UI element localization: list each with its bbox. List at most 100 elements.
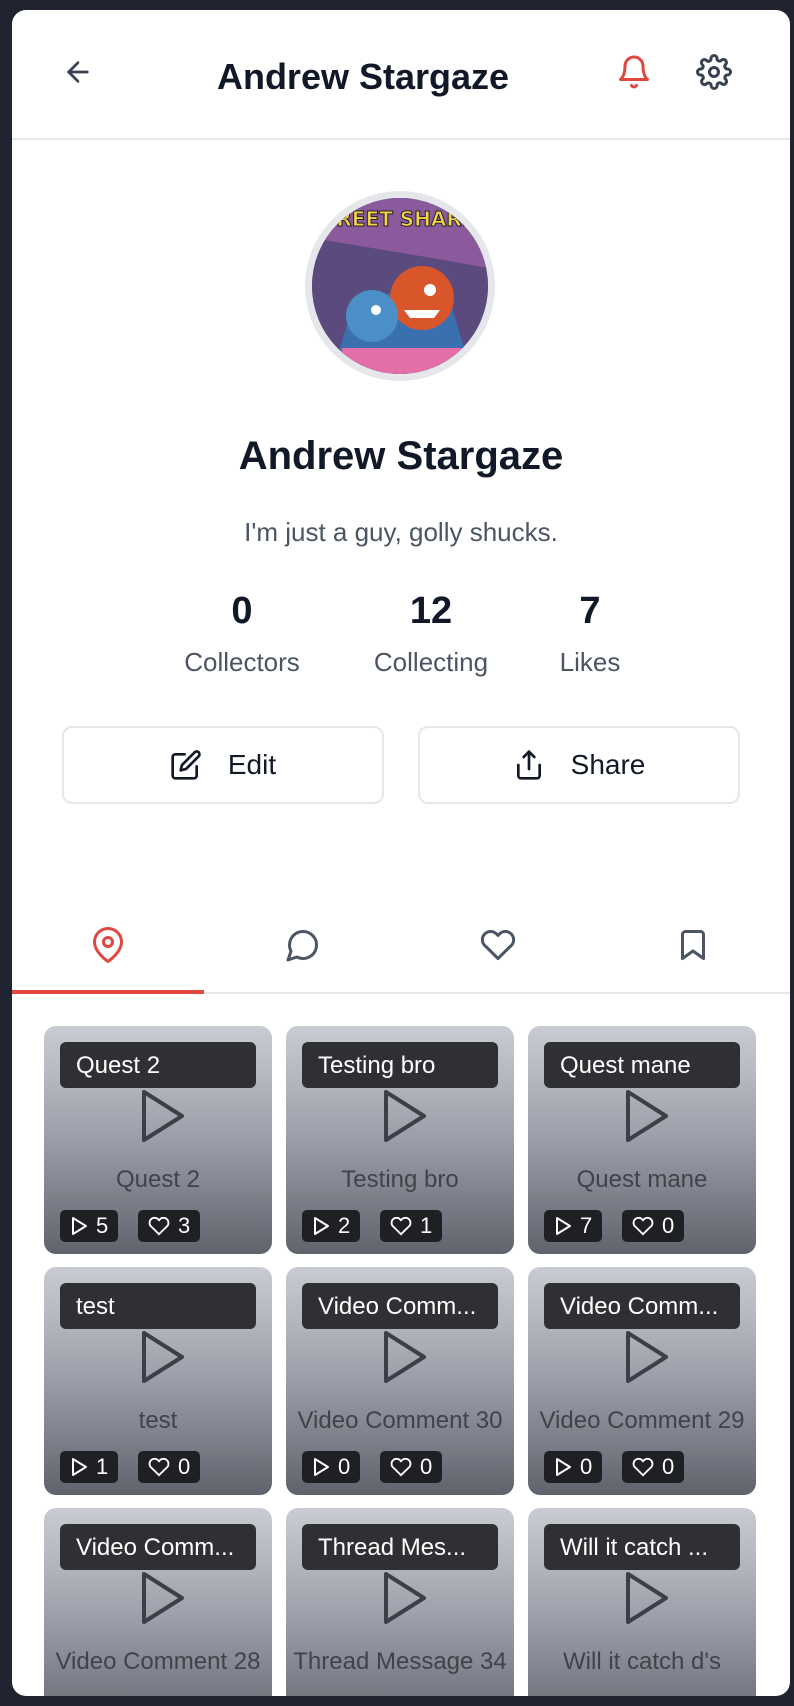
stat-label: Collecting (373, 647, 489, 677)
like-count: 0 (420, 1454, 433, 1479)
play-count-icon (556, 1458, 571, 1476)
play-count-badge: 5 (60, 1210, 119, 1242)
share-label: Share (570, 749, 646, 780)
edit-icon (171, 750, 201, 780)
avatar-artwork: STREET SHARKS (312, 198, 488, 374)
play-icon[interactable] (138, 1570, 186, 1626)
video-card[interactable]: Will it catch ... Will it catch d's (528, 1508, 756, 1696)
video-card[interactable]: Quest mane Quest mane 7 0 (528, 1026, 756, 1254)
settings-button[interactable] (692, 50, 736, 94)
map-pin-icon (93, 927, 123, 963)
profile-tabs (12, 898, 790, 994)
like-count-icon (390, 1216, 412, 1236)
like-count-badge: 3 (138, 1210, 201, 1242)
tab-bookmarks[interactable] (597, 898, 789, 992)
like-count-icon (148, 1457, 170, 1477)
chat-bubble-icon (286, 929, 319, 962)
profile-name: Andrew Stargaze (238, 434, 564, 478)
play-icon[interactable] (138, 1088, 186, 1144)
like-count: 0 (178, 1454, 191, 1479)
play-count: 2 (338, 1213, 351, 1238)
heart-icon (480, 929, 516, 960)
video-card[interactable]: Quest 2 Quest 253 (44, 1026, 272, 1254)
card-title: Quest mane (544, 1042, 740, 1088)
card-caption: Video Comment 28 (55, 1648, 261, 1675)
play-count-icon (72, 1217, 87, 1235)
stat-likes[interactable]: 7 Likes (520, 590, 660, 678)
tab-likes[interactable] (402, 898, 594, 992)
gear-icon (696, 54, 732, 90)
play-count: 0 (338, 1454, 351, 1479)
card-caption: Video Comment 30 (297, 1407, 503, 1434)
edit-button[interactable]: Edit (62, 726, 384, 804)
video-card[interactable]: Video Comm... Video Comment 30 0 0 (286, 1267, 514, 1495)
like-count: 1 (420, 1213, 433, 1238)
like-count-badge: 0 (380, 1451, 443, 1483)
stat-value: 12 (409, 590, 453, 632)
card-caption: Video Comment 29 (539, 1407, 745, 1434)
avatar-art-text: STREET SHARKS (312, 207, 488, 231)
play-count-icon (314, 1217, 329, 1235)
like-count-icon (390, 1457, 412, 1477)
stat-collecting[interactable]: 12 Collecting (341, 590, 521, 678)
video-card[interactable]: Thread Mes... Thread Message 34 (286, 1508, 514, 1696)
play-count-badge: 7 (544, 1210, 603, 1242)
play-count: 5 (96, 1213, 109, 1238)
play-icon[interactable] (380, 1329, 428, 1385)
play-count-badge: 2 (302, 1210, 361, 1242)
play-icon[interactable] (138, 1329, 186, 1385)
edit-label: Edit (227, 749, 277, 780)
play-icon[interactable] (380, 1088, 428, 1144)
avatar[interactable]: STREET SHARKS (312, 198, 488, 374)
card-title: Video Comm... (544, 1283, 740, 1329)
card-title: test (60, 1283, 256, 1329)
card-caption: Will it catch d's (563, 1648, 721, 1675)
stat-value: 0 (231, 590, 253, 632)
play-count-badge: 0 (544, 1451, 603, 1483)
card-caption: Quest 2 (115, 1166, 201, 1193)
stat-value: 7 (579, 590, 601, 632)
stat-label: Collectors (184, 647, 300, 677)
play-count-badge: 1 (60, 1451, 119, 1483)
header-title: Andrew Stargaze (216, 56, 510, 97)
card-title: Quest 2 (60, 1042, 256, 1088)
play-icon[interactable] (380, 1570, 428, 1626)
video-card[interactable]: Video Comm... Video Comment 28 (44, 1508, 272, 1696)
card-title: Video Comm... (302, 1283, 498, 1329)
play-count-icon (314, 1458, 329, 1476)
profile-bio: I'm just a guy, golly shucks. (244, 517, 558, 547)
video-card[interactable]: Video Comm... Video Comment 29 0 0 (528, 1267, 756, 1495)
like-count-icon (148, 1216, 170, 1236)
like-count: 0 (662, 1454, 675, 1479)
play-icon[interactable] (622, 1329, 670, 1385)
play-count: 7 (580, 1213, 593, 1238)
play-count-icon (556, 1217, 571, 1235)
video-card[interactable]: Testing bro Testing bro 2 1 (286, 1026, 514, 1254)
like-count-icon (632, 1457, 654, 1477)
card-caption: Thread Message 34 (293, 1648, 507, 1675)
like-count-icon (632, 1216, 654, 1236)
card-caption: Testing bro (341, 1166, 459, 1193)
like-count: 3 (178, 1213, 191, 1238)
share-icon (516, 750, 541, 780)
play-count-icon (72, 1458, 87, 1476)
avatar-ring: STREET SHARKS (305, 191, 495, 381)
play-icon[interactable] (622, 1570, 670, 1626)
stat-collectors[interactable]: 0 Collectors (162, 590, 322, 678)
card-caption: Quest mane (576, 1166, 708, 1193)
share-button[interactable]: Share (418, 726, 740, 804)
play-icon[interactable] (622, 1088, 670, 1144)
stat-label: Likes (559, 647, 621, 677)
tab-locations[interactable] (12, 898, 204, 994)
play-count-badge: 0 (302, 1451, 361, 1483)
profile-screen: Andrew Stargaze STREET SHARKS Andrew Sta (12, 10, 790, 1696)
tab-comments[interactable] (207, 898, 399, 992)
notifications-button[interactable] (612, 50, 656, 94)
play-count: 1 (96, 1454, 109, 1479)
video-card[interactable]: test test 1 0 (44, 1267, 272, 1495)
bell-icon (619, 55, 649, 89)
like-count-badge: 0 (622, 1210, 685, 1242)
card-title: Thread Mes... (302, 1524, 498, 1570)
card-title: Video Comm... (60, 1524, 256, 1570)
play-count: 0 (580, 1454, 593, 1479)
